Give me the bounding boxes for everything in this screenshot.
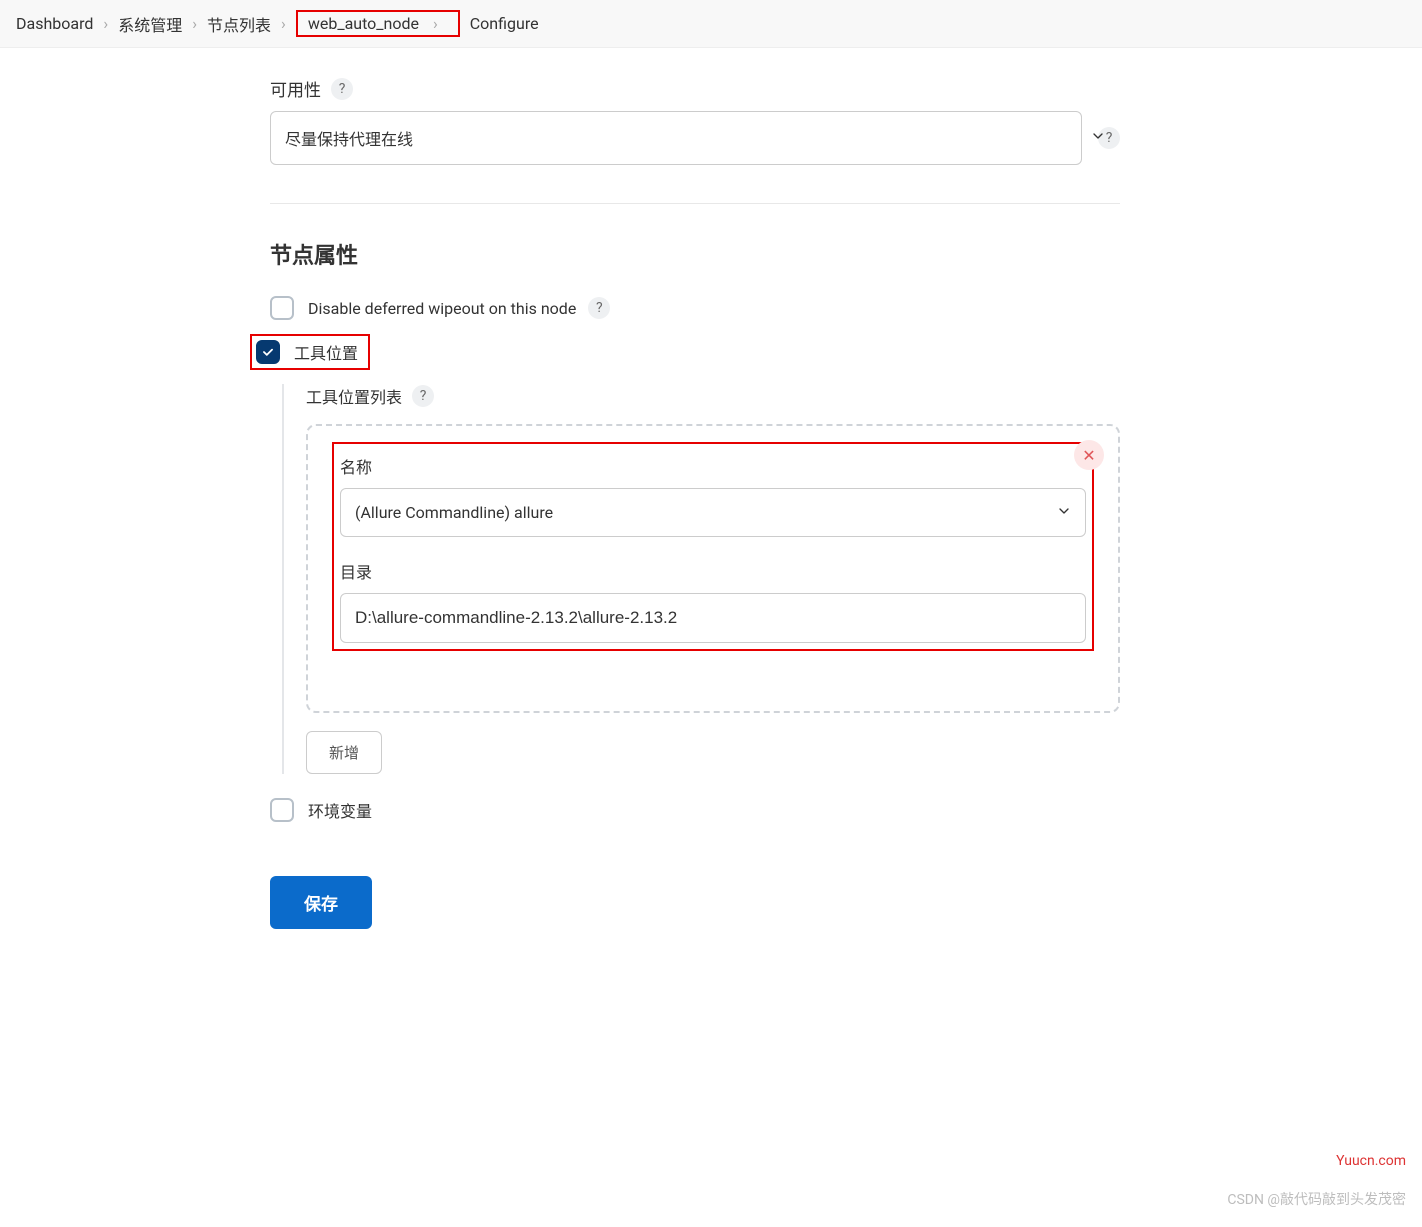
section-title-node-properties: 节点属性: [270, 238, 1120, 270]
breadcrumb-node-name[interactable]: web_auto_node: [308, 14, 419, 33]
tool-location-entry: ✕ 名称 (Allure Commandline) allure 目录: [306, 424, 1120, 713]
label-tool-locations-list: 工具位置列表: [306, 384, 402, 408]
label-tool-dir: 目录: [340, 559, 1086, 583]
chevron-right-icon: ›: [103, 14, 108, 33]
main-content: 可用性 ? 尽量保持代理在线 ? 节点属性 Disable deferred w…: [270, 48, 1150, 929]
breadcrumb-configure[interactable]: Configure: [470, 14, 539, 33]
row-tool-locations: 工具位置: [250, 334, 1120, 370]
breadcrumb: Dashboard › 系统管理 › 节点列表 › web_auto_node …: [0, 0, 1422, 48]
label-tool-locations: 工具位置: [294, 340, 358, 364]
remove-entry-button[interactable]: ✕: [1074, 440, 1104, 470]
highlight-box: web_auto_node ›: [296, 10, 460, 37]
chevron-right-icon: ›: [192, 14, 197, 33]
highlight-box: 工具位置: [250, 334, 370, 370]
help-icon[interactable]: ?: [331, 78, 353, 100]
availability-select[interactable]: 尽量保持代理在线: [270, 111, 1082, 165]
checkbox-tool-locations[interactable]: [256, 340, 280, 364]
help-icon[interactable]: ?: [1098, 127, 1120, 149]
watermark-csdn: CSDN @敲代码敲到头发茂密: [1227, 1189, 1406, 1209]
help-icon[interactable]: ?: [412, 385, 434, 407]
label-tool-name: 名称: [340, 454, 1086, 478]
chevron-right-icon: ›: [281, 14, 286, 33]
breadcrumb-system-admin[interactable]: 系统管理: [118, 12, 182, 36]
breadcrumb-dashboard[interactable]: Dashboard: [16, 14, 93, 33]
tool-dir-input[interactable]: [340, 593, 1086, 643]
highlight-box: 名称 (Allure Commandline) allure 目录: [332, 442, 1094, 651]
label-env-vars: 环境变量: [308, 798, 372, 822]
row-env-vars: 环境变量: [270, 798, 1120, 822]
tool-name-value: (Allure Commandline) allure: [355, 503, 553, 522]
checkbox-disable-wipeout[interactable]: [270, 296, 294, 320]
availability-value: 尽量保持代理在线: [285, 126, 413, 150]
close-icon: ✕: [1082, 446, 1095, 465]
availability-label: 可用性: [270, 76, 321, 101]
checkbox-env-vars[interactable]: [270, 798, 294, 822]
row-disable-wipeout: Disable deferred wipeout on this node ?: [270, 296, 1120, 320]
add-tool-button[interactable]: 新增: [306, 731, 382, 774]
save-button[interactable]: 保存: [270, 876, 372, 929]
label-disable-wipeout: Disable deferred wipeout on this node: [308, 299, 576, 318]
tool-name-select[interactable]: (Allure Commandline) allure: [340, 488, 1086, 537]
divider: [270, 203, 1120, 204]
chevron-right-icon: ›: [433, 14, 438, 33]
tool-locations-nested: 工具位置列表 ? ✕ 名称 (Allure Commandline) allur…: [282, 384, 1120, 774]
breadcrumb-node-list[interactable]: 节点列表: [207, 12, 271, 36]
help-icon[interactable]: ?: [588, 297, 610, 319]
watermark-site: Yuucn.com: [1336, 1153, 1406, 1169]
